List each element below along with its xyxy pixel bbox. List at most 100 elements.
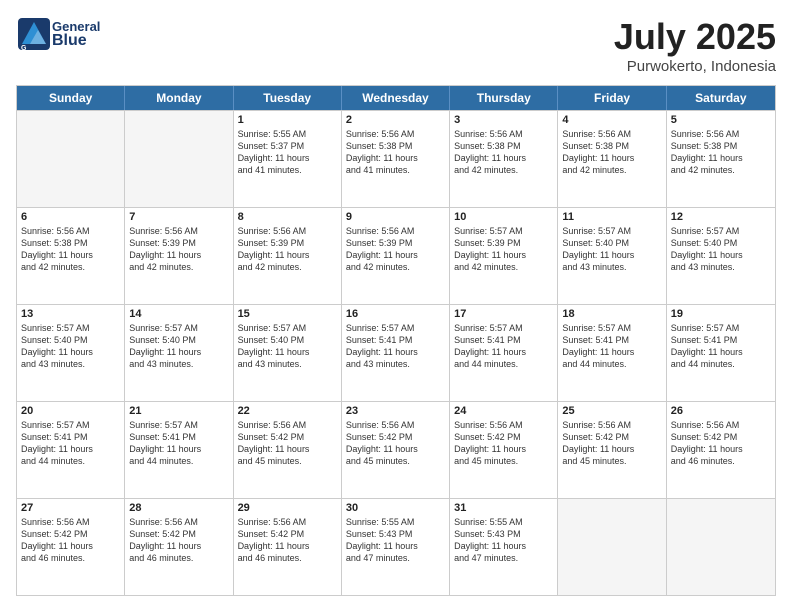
cell-info: Sunrise: 5:57 AM Sunset: 5:41 PM Dayligh… [129, 419, 228, 468]
cell-info: Sunrise: 5:56 AM Sunset: 5:38 PM Dayligh… [346, 128, 445, 177]
cell-info: Sunrise: 5:57 AM Sunset: 5:40 PM Dayligh… [129, 322, 228, 371]
calendar-cell-r1-c3: 9 Sunrise: 5:56 AM Sunset: 5:39 PM Daylig… [342, 208, 450, 304]
calendar-row-3: 20 Sunrise: 5:57 AM Sunset: 5:41 PM Dayli… [17, 401, 775, 498]
weekday-header-friday: Friday [558, 86, 666, 110]
day-number: 5 [671, 114, 771, 126]
day-number: 26 [671, 405, 771, 417]
calendar-cell-r1-c2: 8Sunrise: 5:56 AM Sunset: 5:39 PM Daylig… [234, 208, 342, 304]
calendar-cell-r2-c2: 15 Sunrise: 5:57 AM Sunset: 5:40 PM Dayli… [234, 305, 342, 401]
cell-info: Sunrise: 5:57 AM Sunset: 5:40 PM Dayligh… [238, 322, 337, 371]
day-number: 30 [346, 502, 445, 514]
calendar-cell-r3-c0: 20 Sunrise: 5:57 AM Sunset: 5:41 PM Dayli… [17, 402, 125, 498]
calendar-cell-r0-c5: 4Sunrise: 5:56 AM Sunset: 5:38 PM Daylig… [558, 111, 666, 207]
cell-info: Sunrise: 5:57 AM Sunset: 5:41 PM Dayligh… [346, 322, 445, 371]
day-number: 3 [454, 114, 553, 126]
calendar-cell-r2-c1: 14 Sunrise: 5:57 AM Sunset: 5:40 PM Dayli… [125, 305, 233, 401]
calendar-cell-r3-c2: 22Sunrise: 5:56 AM Sunset: 5:42 PM Dayli… [234, 402, 342, 498]
logo-icon: G [16, 16, 52, 52]
day-number: 10 [454, 211, 553, 223]
day-number: 13 [21, 308, 120, 320]
day-number: 17 [454, 308, 553, 320]
day-number: 12 [671, 211, 771, 223]
cell-info: Sunrise: 5:57 AM Sunset: 5:40 PM Dayligh… [21, 322, 120, 371]
cell-info: Sunrise: 5:56 AM Sunset: 5:38 PM Dayligh… [671, 128, 771, 177]
cell-info: Sunrise: 5:56 AM Sunset: 5:42 PM Dayligh… [454, 419, 553, 468]
cell-info: Sunrise: 5:57 AM Sunset: 5:40 PM Dayligh… [562, 225, 661, 274]
cell-info: Sunrise: 5:56 AM Sunset: 5:42 PM Dayligh… [562, 419, 661, 468]
calendar-body: 1 Sunrise: 5:55 AM Sunset: 5:37 PM Daylig… [17, 110, 775, 595]
calendar-row-4: 27 Sunrise: 5:56 AM Sunset: 5:42 PM Dayli… [17, 498, 775, 595]
calendar-cell-r2-c3: 16 Sunrise: 5:57 AM Sunset: 5:41 PM Dayli… [342, 305, 450, 401]
calendar-cell-r1-c6: 12Sunrise: 5:57 AM Sunset: 5:40 PM Dayli… [667, 208, 775, 304]
calendar-cell-r1-c4: 10 Sunrise: 5:57 AM Sunset: 5:39 PM Dayli… [450, 208, 558, 304]
calendar-cell-r3-c3: 23 Sunrise: 5:56 AM Sunset: 5:42 PM Dayli… [342, 402, 450, 498]
cell-info: Sunrise: 5:56 AM Sunset: 5:39 PM Dayligh… [346, 225, 445, 274]
calendar-cell-r4-c6 [667, 499, 775, 595]
calendar-cell-r4-c1: 28Sunrise: 5:56 AM Sunset: 5:42 PM Dayli… [125, 499, 233, 595]
day-number: 14 [129, 308, 228, 320]
cell-info: Sunrise: 5:56 AM Sunset: 5:42 PM Dayligh… [238, 419, 337, 468]
calendar-cell-r0-c2: 1 Sunrise: 5:55 AM Sunset: 5:37 PM Daylig… [234, 111, 342, 207]
day-number: 11 [562, 211, 661, 223]
day-number: 16 [346, 308, 445, 320]
calendar-cell-r4-c3: 30 Sunrise: 5:55 AM Sunset: 5:43 PM Dayli… [342, 499, 450, 595]
cell-info: Sunrise: 5:55 AM Sunset: 5:43 PM Dayligh… [454, 516, 553, 565]
logo-general-text: General [52, 20, 100, 33]
calendar-cell-r2-c5: 18Sunrise: 5:57 AM Sunset: 5:41 PM Dayli… [558, 305, 666, 401]
cell-info: Sunrise: 5:56 AM Sunset: 5:39 PM Dayligh… [129, 225, 228, 274]
weekday-header-tuesday: Tuesday [234, 86, 342, 110]
calendar-cell-r3-c5: 25 Sunrise: 5:56 AM Sunset: 5:42 PM Dayli… [558, 402, 666, 498]
calendar-cell-r3-c1: 21Sunrise: 5:57 AM Sunset: 5:41 PM Dayli… [125, 402, 233, 498]
cell-info: Sunrise: 5:57 AM Sunset: 5:41 PM Dayligh… [454, 322, 553, 371]
cell-info: Sunrise: 5:56 AM Sunset: 5:38 PM Dayligh… [21, 225, 120, 274]
logo-blue-text: Blue [52, 33, 100, 49]
page: G General Blue July 2025 Purwokerto, Ind… [0, 0, 792, 612]
calendar-cell-r2-c0: 13 Sunrise: 5:57 AM Sunset: 5:40 PM Dayli… [17, 305, 125, 401]
cell-info: Sunrise: 5:57 AM Sunset: 5:41 PM Dayligh… [21, 419, 120, 468]
calendar-cell-r4-c4: 31 Sunrise: 5:55 AM Sunset: 5:43 PM Dayli… [450, 499, 558, 595]
day-number: 20 [21, 405, 120, 417]
calendar-header: SundayMondayTuesdayWednesdayThursdayFrid… [17, 86, 775, 110]
calendar-cell-r1-c0: 6 Sunrise: 5:56 AM Sunset: 5:38 PM Daylig… [17, 208, 125, 304]
cell-info: Sunrise: 5:57 AM Sunset: 5:39 PM Dayligh… [454, 225, 553, 274]
calendar: SundayMondayTuesdayWednesdayThursdayFrid… [16, 85, 776, 596]
day-number: 15 [238, 308, 337, 320]
calendar-cell-r2-c6: 19Sunrise: 5:57 AM Sunset: 5:41 PM Dayli… [667, 305, 775, 401]
calendar-cell-r0-c3: 2Sunrise: 5:56 AM Sunset: 5:38 PM Daylig… [342, 111, 450, 207]
logo: G General Blue [16, 16, 100, 52]
calendar-cell-r0-c0 [17, 111, 125, 207]
logo-text: General Blue [52, 20, 100, 49]
cell-info: Sunrise: 5:56 AM Sunset: 5:38 PM Dayligh… [562, 128, 661, 177]
location: Purwokerto, Indonesia [614, 58, 776, 75]
day-number: 9 [346, 211, 445, 223]
day-number: 25 [562, 405, 661, 417]
day-number: 24 [454, 405, 553, 417]
cell-info: Sunrise: 5:56 AM Sunset: 5:42 PM Dayligh… [346, 419, 445, 468]
day-number: 19 [671, 308, 771, 320]
day-number: 29 [238, 502, 337, 514]
cell-info: Sunrise: 5:55 AM Sunset: 5:37 PM Dayligh… [238, 128, 337, 177]
day-number: 31 [454, 502, 553, 514]
month-title: July 2025 [614, 16, 776, 58]
calendar-cell-r1-c1: 7Sunrise: 5:56 AM Sunset: 5:39 PM Daylig… [125, 208, 233, 304]
day-number: 8 [238, 211, 337, 223]
calendar-cell-r0-c4: 3Sunrise: 5:56 AM Sunset: 5:38 PM Daylig… [450, 111, 558, 207]
calendar-row-1: 6 Sunrise: 5:56 AM Sunset: 5:38 PM Daylig… [17, 207, 775, 304]
cell-info: Sunrise: 5:55 AM Sunset: 5:43 PM Dayligh… [346, 516, 445, 565]
calendar-cell-r3-c4: 24 Sunrise: 5:56 AM Sunset: 5:42 PM Dayli… [450, 402, 558, 498]
title-block: July 2025 Purwokerto, Indonesia [614, 16, 776, 75]
svg-text:G: G [21, 45, 27, 52]
day-number: 27 [21, 502, 120, 514]
weekday-header-thursday: Thursday [450, 86, 558, 110]
weekday-header-saturday: Saturday [667, 86, 775, 110]
day-number: 23 [346, 405, 445, 417]
calendar-cell-r2-c4: 17 Sunrise: 5:57 AM Sunset: 5:41 PM Dayli… [450, 305, 558, 401]
day-number: 1 [238, 114, 337, 126]
cell-info: Sunrise: 5:57 AM Sunset: 5:41 PM Dayligh… [562, 322, 661, 371]
calendar-cell-r1-c5: 11 Sunrise: 5:57 AM Sunset: 5:40 PM Dayli… [558, 208, 666, 304]
day-number: 6 [21, 211, 120, 223]
calendar-cell-r4-c2: 29 Sunrise: 5:56 AM Sunset: 5:42 PM Dayli… [234, 499, 342, 595]
cell-info: Sunrise: 5:56 AM Sunset: 5:42 PM Dayligh… [238, 516, 337, 565]
weekday-header-wednesday: Wednesday [342, 86, 450, 110]
calendar-cell-r4-c5 [558, 499, 666, 595]
